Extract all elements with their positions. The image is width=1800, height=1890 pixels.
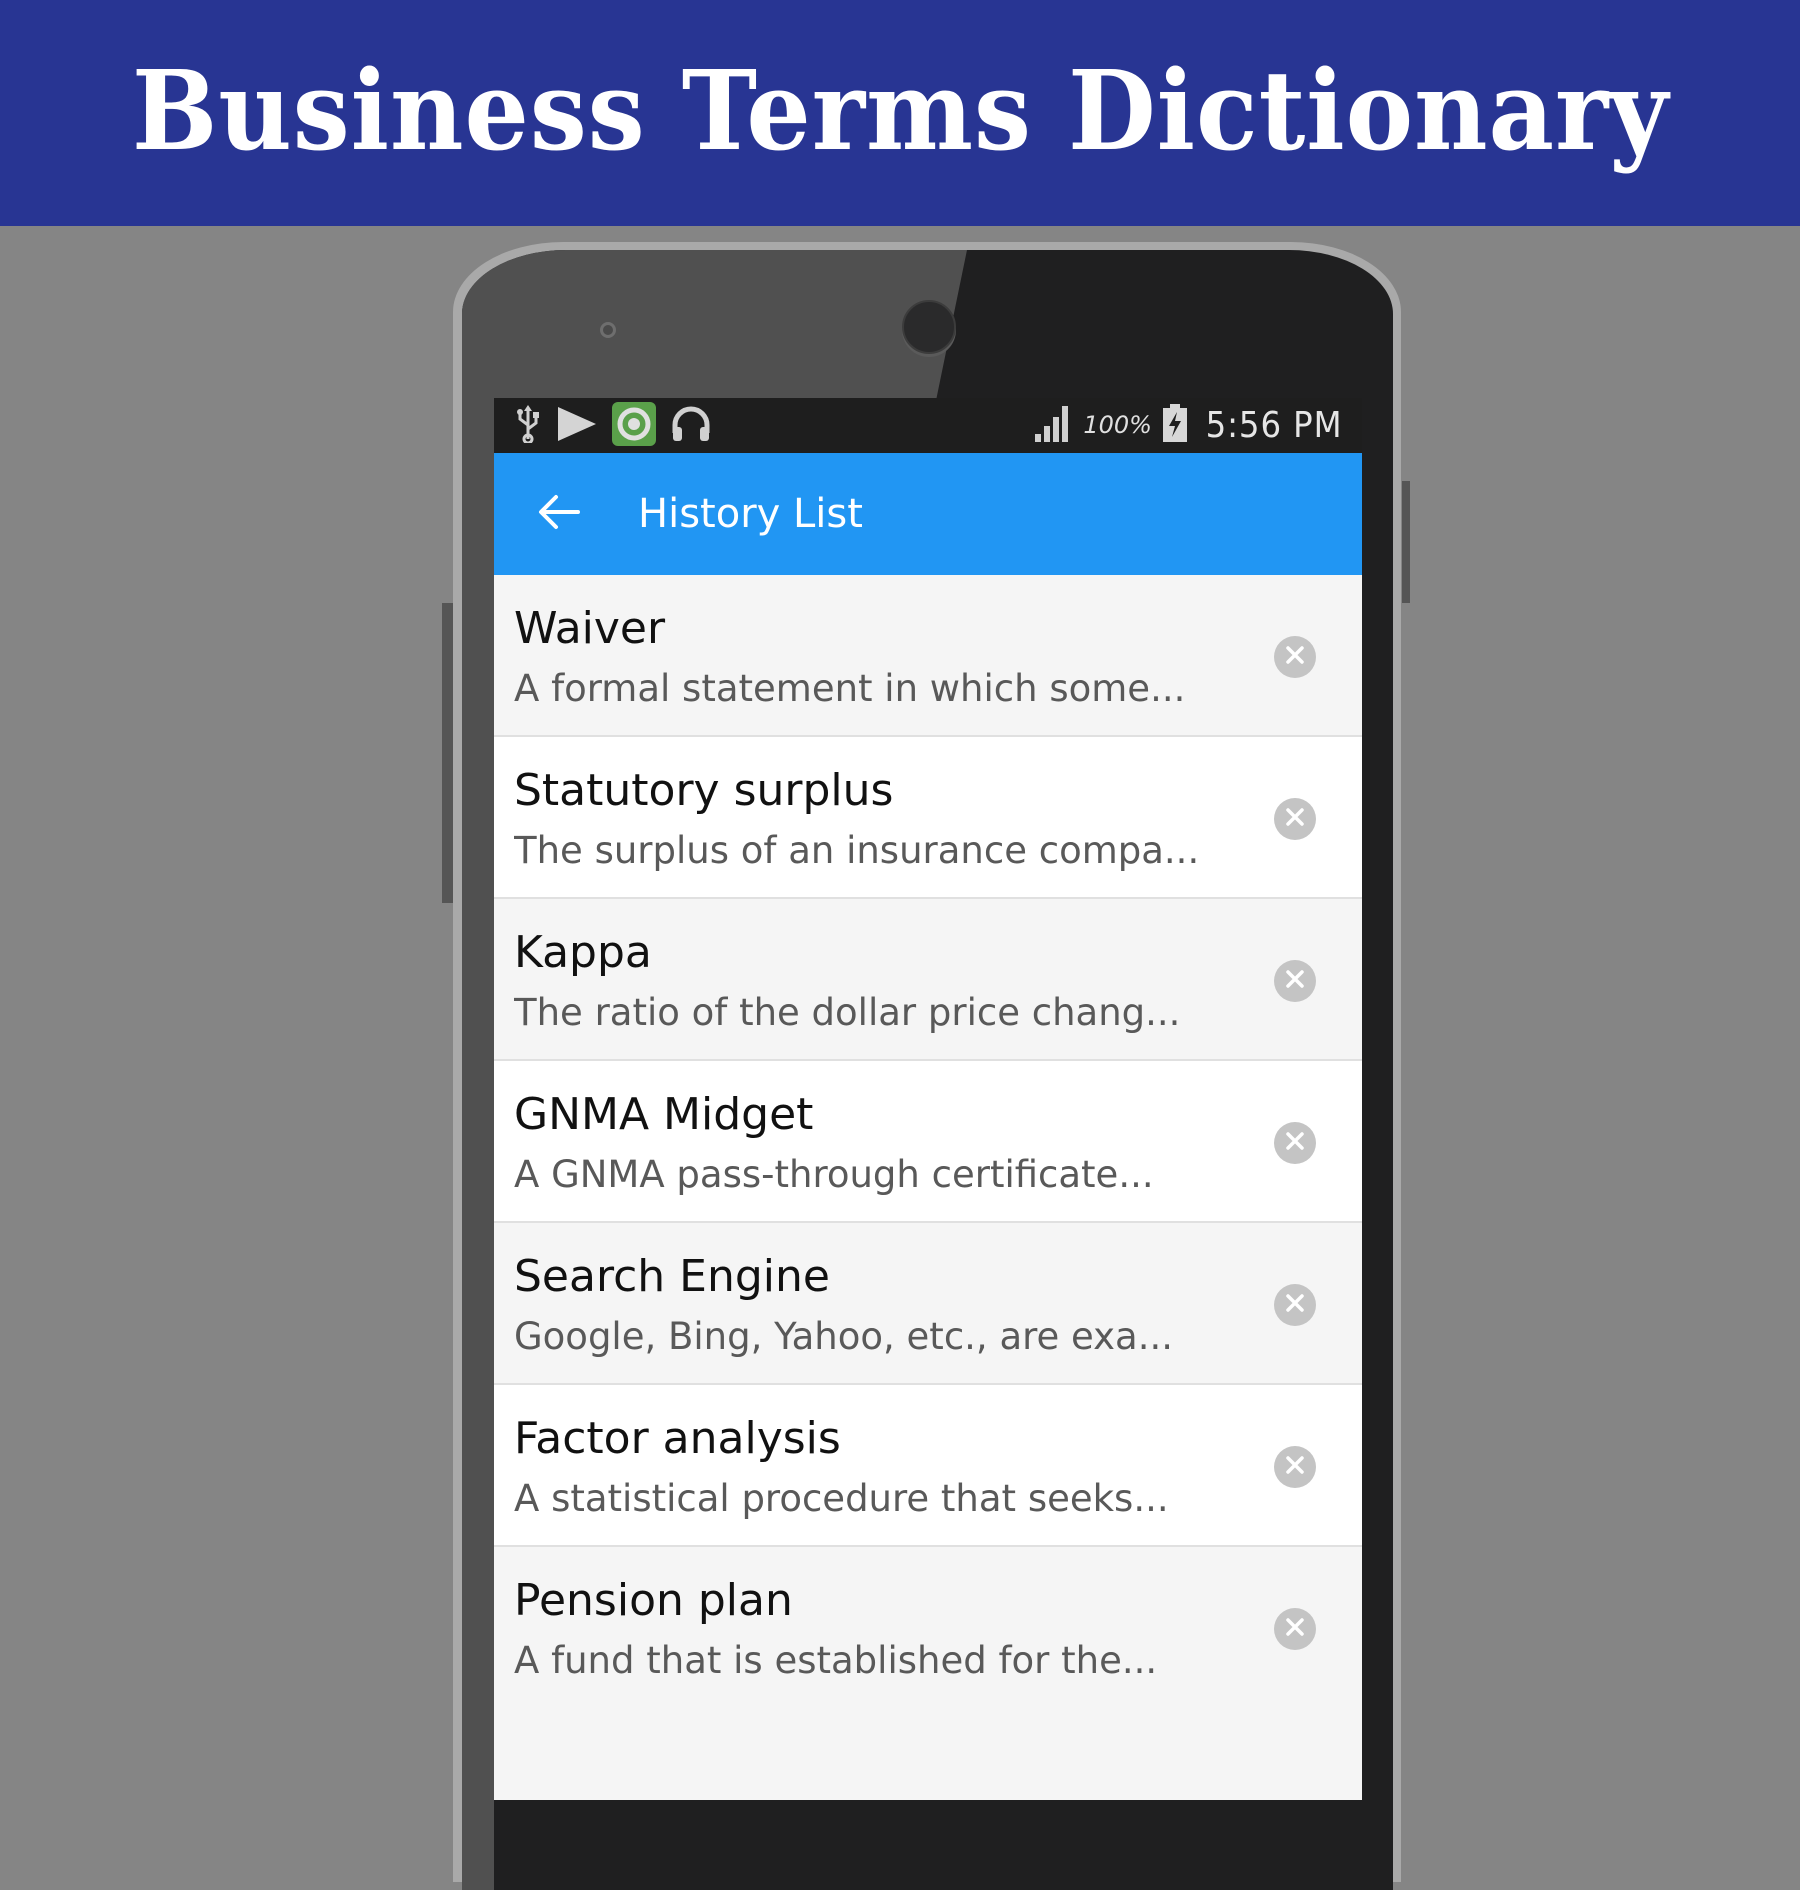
phone-power-button <box>1402 481 1410 603</box>
history-term: Factor analysis <box>514 1413 841 1464</box>
remove-history-button[interactable] <box>1274 636 1316 678</box>
promo-banner: Business Terms Dictionary <box>0 0 1800 226</box>
history-item[interactable]: Search Engine Google, Bing, Yahoo, etc.,… <box>494 1223 1362 1385</box>
close-icon <box>1285 969 1305 993</box>
arrow-left-icon <box>538 493 580 535</box>
history-definition: A fund that is established for the... <box>514 1639 1158 1682</box>
history-item[interactable]: GNMA Midget A GNMA pass-through certific… <box>494 1061 1362 1223</box>
history-term: Pension plan <box>514 1575 793 1626</box>
remove-history-button[interactable] <box>1274 1122 1316 1164</box>
close-icon <box>1285 1617 1305 1641</box>
remove-history-button[interactable] <box>1274 1446 1316 1488</box>
history-term: Search Engine <box>514 1251 830 1302</box>
page-title: History List <box>638 491 863 537</box>
front-camera <box>902 300 956 354</box>
history-item[interactable]: Factor analysis A statistical procedure … <box>494 1385 1362 1547</box>
history-definition: The ratio of the dollar price chang... <box>514 991 1181 1034</box>
remove-history-button[interactable] <box>1274 1608 1316 1650</box>
bezel-glare-side <box>462 250 494 1890</box>
battery-percent: 100% <box>1083 411 1152 439</box>
history-term: Kappa <box>514 927 652 978</box>
signal-icon <box>1033 404 1073 446</box>
close-icon <box>1285 645 1305 669</box>
history-definition: The surplus of an insurance compa... <box>514 829 1200 872</box>
app-bar: History List <box>494 453 1362 575</box>
app-notification-icon <box>612 402 656 450</box>
phone-volume-button <box>442 603 453 903</box>
proximity-sensor <box>600 322 616 338</box>
history-item[interactable]: Waiver A formal statement in which some.… <box>494 575 1362 737</box>
history-term: GNMA Midget <box>514 1089 814 1140</box>
history-item[interactable]: Statutory surplus The surplus of an insu… <box>494 737 1362 899</box>
close-icon <box>1285 1293 1305 1317</box>
remove-history-button[interactable] <box>1274 798 1316 840</box>
back-button[interactable] <box>534 489 584 539</box>
close-icon <box>1285 1131 1305 1155</box>
history-term: Waiver <box>514 603 666 654</box>
banner-title: Business Terms Dictionary <box>131 46 1669 175</box>
history-definition: A formal statement in which some... <box>514 667 1186 710</box>
history-item[interactable]: Kappa The ratio of the dollar price chan… <box>494 899 1362 1061</box>
history-definition: A GNMA pass-through certificate... <box>514 1153 1154 1196</box>
close-icon <box>1285 1455 1305 1479</box>
remove-history-button[interactable] <box>1274 960 1316 1002</box>
remove-history-button[interactable] <box>1274 1284 1316 1326</box>
battery-charging-icon <box>1162 404 1188 446</box>
history-definition: A statistical procedure that seeks... <box>514 1477 1169 1520</box>
headphones-icon <box>670 405 712 447</box>
history-term: Statutory surplus <box>514 765 894 816</box>
status-time: 5:56 PM <box>1205 404 1343 446</box>
usb-icon <box>514 405 542 447</box>
history-list: Waiver A formal statement in which some.… <box>494 575 1362 1709</box>
phone-screen: 100% 5:56 PM History List Waiver A forma… <box>494 398 1362 1800</box>
play-store-icon <box>556 405 598 447</box>
close-icon <box>1285 807 1305 831</box>
status-bar: 100% 5:56 PM <box>494 398 1362 453</box>
history-definition: Google, Bing, Yahoo, etc., are exa... <box>514 1315 1174 1358</box>
history-item[interactable]: Pension plan A fund that is established … <box>494 1547 1362 1709</box>
